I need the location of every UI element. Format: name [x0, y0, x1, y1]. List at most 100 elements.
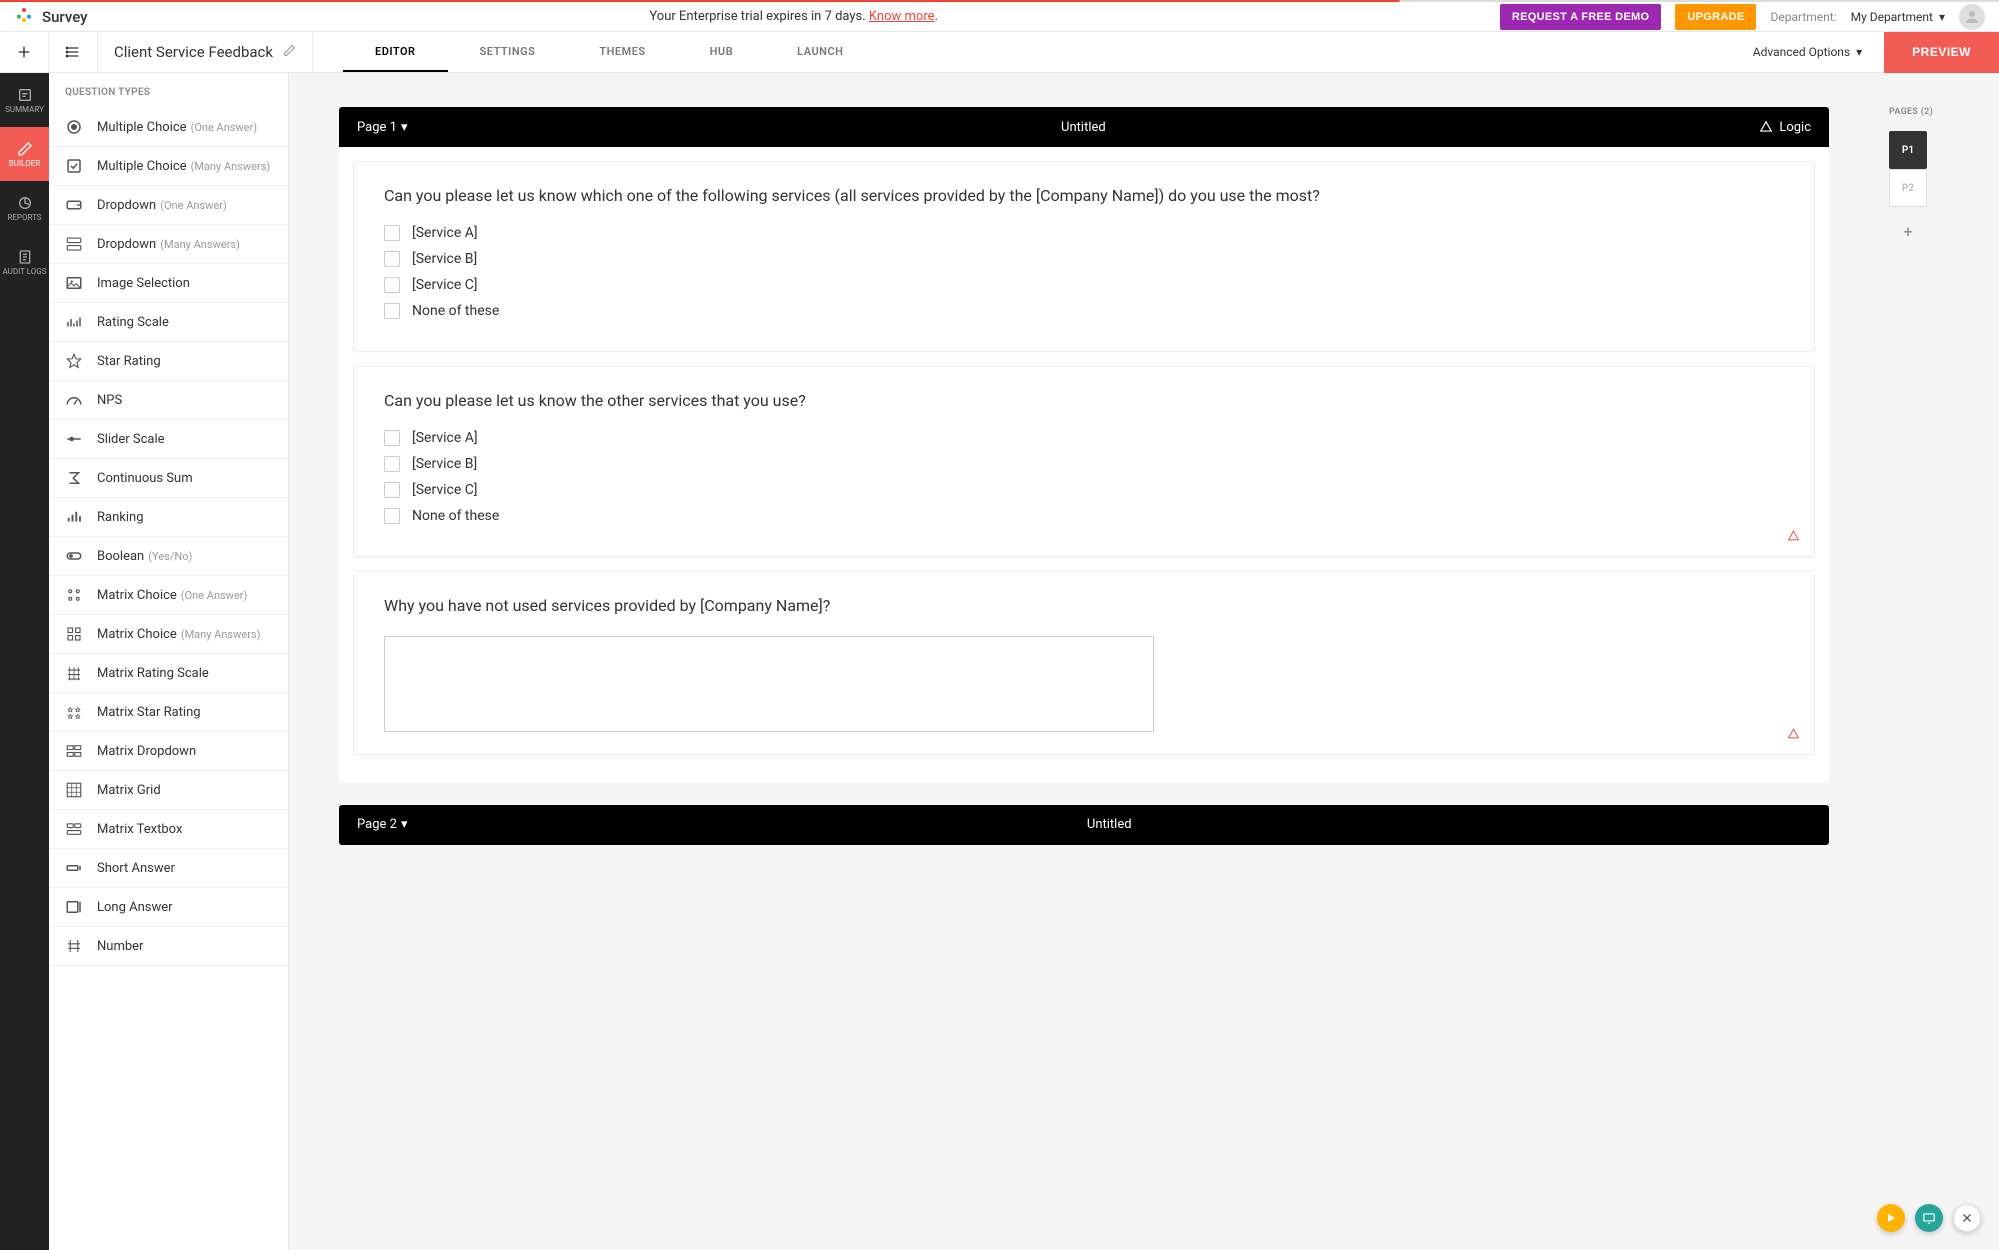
trial-message: Your Enterprise trial expires in 7 days.… — [88, 9, 1500, 24]
qtype-item[interactable]: Matrix Grid — [49, 771, 288, 810]
qtype-item[interactable]: Matrix Rating Scale — [49, 654, 288, 693]
checkbox-icon[interactable] — [384, 251, 400, 267]
logic-indicator-icon[interactable] — [1787, 727, 1800, 744]
question-card[interactable]: Can you please let us know the other ser… — [353, 366, 1815, 557]
qtype-item[interactable]: Long Answer — [49, 888, 288, 927]
edit-title-icon[interactable] — [283, 44, 296, 61]
question-types-panel: QUESTION TYPES Multiple Choice(One Answe… — [49, 73, 289, 1250]
question-card[interactable]: Why you have not used services provided … — [353, 571, 1815, 754]
page-title[interactable]: Untitled — [407, 120, 1759, 135]
checkbox-icon[interactable] — [384, 430, 400, 446]
checkbox-icon[interactable] — [384, 277, 400, 293]
option-row[interactable]: [Service A] — [384, 225, 1784, 241]
upgrade-button[interactable]: UPGRADE — [1675, 4, 1756, 30]
question-text[interactable]: Can you please let us know which one of … — [384, 184, 1784, 207]
qtype-label: Matrix Choice — [97, 627, 177, 642]
qtype-item[interactable]: Dropdown(One Answer) — [49, 186, 288, 225]
know-more-link[interactable]: Know more — [869, 9, 935, 24]
qtype-item[interactable]: Rating Scale — [49, 303, 288, 342]
checkbox-icon[interactable] — [384, 508, 400, 524]
slider-icon — [65, 430, 83, 448]
checkbox-icon[interactable] — [384, 225, 400, 241]
matrix-check-icon — [65, 625, 83, 643]
logic-indicator-icon[interactable] — [1787, 529, 1800, 546]
list-toggle-button[interactable] — [49, 32, 98, 72]
qtype-item[interactable]: Number — [49, 927, 288, 966]
qtype-item[interactable]: Matrix Textbox — [49, 810, 288, 849]
qtype-label: Slider Scale — [97, 432, 165, 447]
add-button[interactable] — [0, 32, 49, 72]
checkbox-icon[interactable] — [384, 456, 400, 472]
option-label: [Service C] — [412, 482, 477, 498]
qtype-item[interactable]: Matrix Star Rating — [49, 693, 288, 732]
preview-button[interactable]: PREVIEW — [1884, 32, 1999, 73]
option-row[interactable]: [Service B] — [384, 456, 1784, 472]
avatar[interactable] — [1959, 4, 1985, 30]
checkbox-icon[interactable] — [384, 482, 400, 498]
qtype-item[interactable]: Continuous Sum — [49, 459, 288, 498]
number-icon — [65, 937, 83, 955]
page-thumb-p2[interactable]: P2 — [1889, 169, 1927, 207]
qtype-item[interactable]: Image Selection — [49, 264, 288, 303]
tab-themes[interactable]: THEMES — [567, 32, 677, 72]
checkbox-icon[interactable] — [384, 303, 400, 319]
close-fab[interactable] — [1953, 1204, 1981, 1232]
tab-hub[interactable]: HUB — [678, 32, 766, 72]
option-row[interactable]: [Service B] — [384, 251, 1784, 267]
tab-launch[interactable]: LAUNCH — [765, 32, 875, 72]
option-row[interactable]: [Service C] — [384, 277, 1784, 293]
qtype-label: Matrix Textbox — [97, 822, 182, 837]
option-label: [Service A] — [412, 225, 478, 241]
tab-settings[interactable]: SETTINGS — [448, 32, 568, 72]
page-title[interactable]: Untitled — [407, 817, 1811, 832]
matrix-radio-icon — [65, 586, 83, 604]
qtype-item[interactable]: Matrix Choice(Many Answers) — [49, 615, 288, 654]
page-thumb-p1[interactable]: P1 — [1889, 131, 1927, 169]
qtype-item[interactable]: Star Rating — [49, 342, 288, 381]
qtype-item[interactable]: Slider Scale — [49, 420, 288, 459]
qtype-item[interactable]: Short Answer — [49, 849, 288, 888]
department-selector[interactable]: My Department ▾ — [1851, 10, 1945, 24]
qtype-item[interactable]: Matrix Choice(One Answer) — [49, 576, 288, 615]
play-fab[interactable] — [1877, 1204, 1905, 1232]
rail-builder[interactable]: BUILDER — [0, 127, 49, 181]
option-row[interactable]: [Service A] — [384, 430, 1784, 446]
textarea-input[interactable] — [384, 636, 1154, 732]
add-page-button[interactable]: + — [1889, 219, 1927, 243]
qtype-label: NPS — [97, 393, 122, 408]
option-label: [Service A] — [412, 430, 478, 446]
qtype-label: Multiple Choice — [97, 120, 187, 135]
question-card[interactable]: Can you please let us know which one of … — [353, 161, 1815, 352]
rail-label: REPORTS — [7, 213, 41, 222]
qtype-label: Ranking — [97, 510, 144, 525]
fab-group — [1877, 1204, 1981, 1232]
qtype-item[interactable]: NPS — [49, 381, 288, 420]
nps-icon — [65, 391, 83, 409]
question-text[interactable]: Can you please let us know the other ser… — [384, 389, 1784, 412]
option-row[interactable]: None of these — [384, 508, 1784, 524]
qtype-label: Image Selection — [97, 276, 190, 291]
qtype-item[interactable]: Dropdown(Many Answers) — [49, 225, 288, 264]
page-selector[interactable]: Page 2▾ — [357, 817, 407, 832]
qtype-item[interactable]: Matrix Dropdown — [49, 732, 288, 771]
rail-summary[interactable]: SUMMARY — [0, 73, 49, 127]
qtype-hint: (Many Answers) — [160, 238, 240, 251]
qtype-item[interactable]: Boolean(Yes/No) — [49, 537, 288, 576]
request-demo-button[interactable]: REQUEST A FREE DEMO — [1500, 4, 1662, 30]
image-icon — [65, 274, 83, 292]
rail-audit-logs[interactable]: AUDIT LOGS — [0, 235, 49, 289]
logic-button[interactable]: Logic — [1759, 120, 1811, 135]
page-selector[interactable]: Page 1▾ — [357, 120, 407, 135]
qtype-item[interactable]: Multiple Choice(One Answer) — [49, 108, 288, 147]
option-row[interactable]: None of these — [384, 303, 1784, 319]
rail-reports[interactable]: REPORTS — [0, 181, 49, 235]
qtype-item[interactable]: Multiple Choice(Many Answers) — [49, 147, 288, 186]
qtype-item[interactable]: Ranking — [49, 498, 288, 537]
survey-title: Client Service Feedback — [114, 43, 273, 61]
present-fab[interactable] — [1915, 1204, 1943, 1232]
option-row[interactable]: [Service C] — [384, 482, 1784, 498]
advanced-options-dropdown[interactable]: Advanced Options▾ — [1753, 45, 1862, 59]
tab-editor[interactable]: EDITOR — [343, 32, 448, 72]
qtype-label: Star Rating — [97, 354, 161, 369]
question-text[interactable]: Why you have not used services provided … — [384, 594, 1784, 617]
